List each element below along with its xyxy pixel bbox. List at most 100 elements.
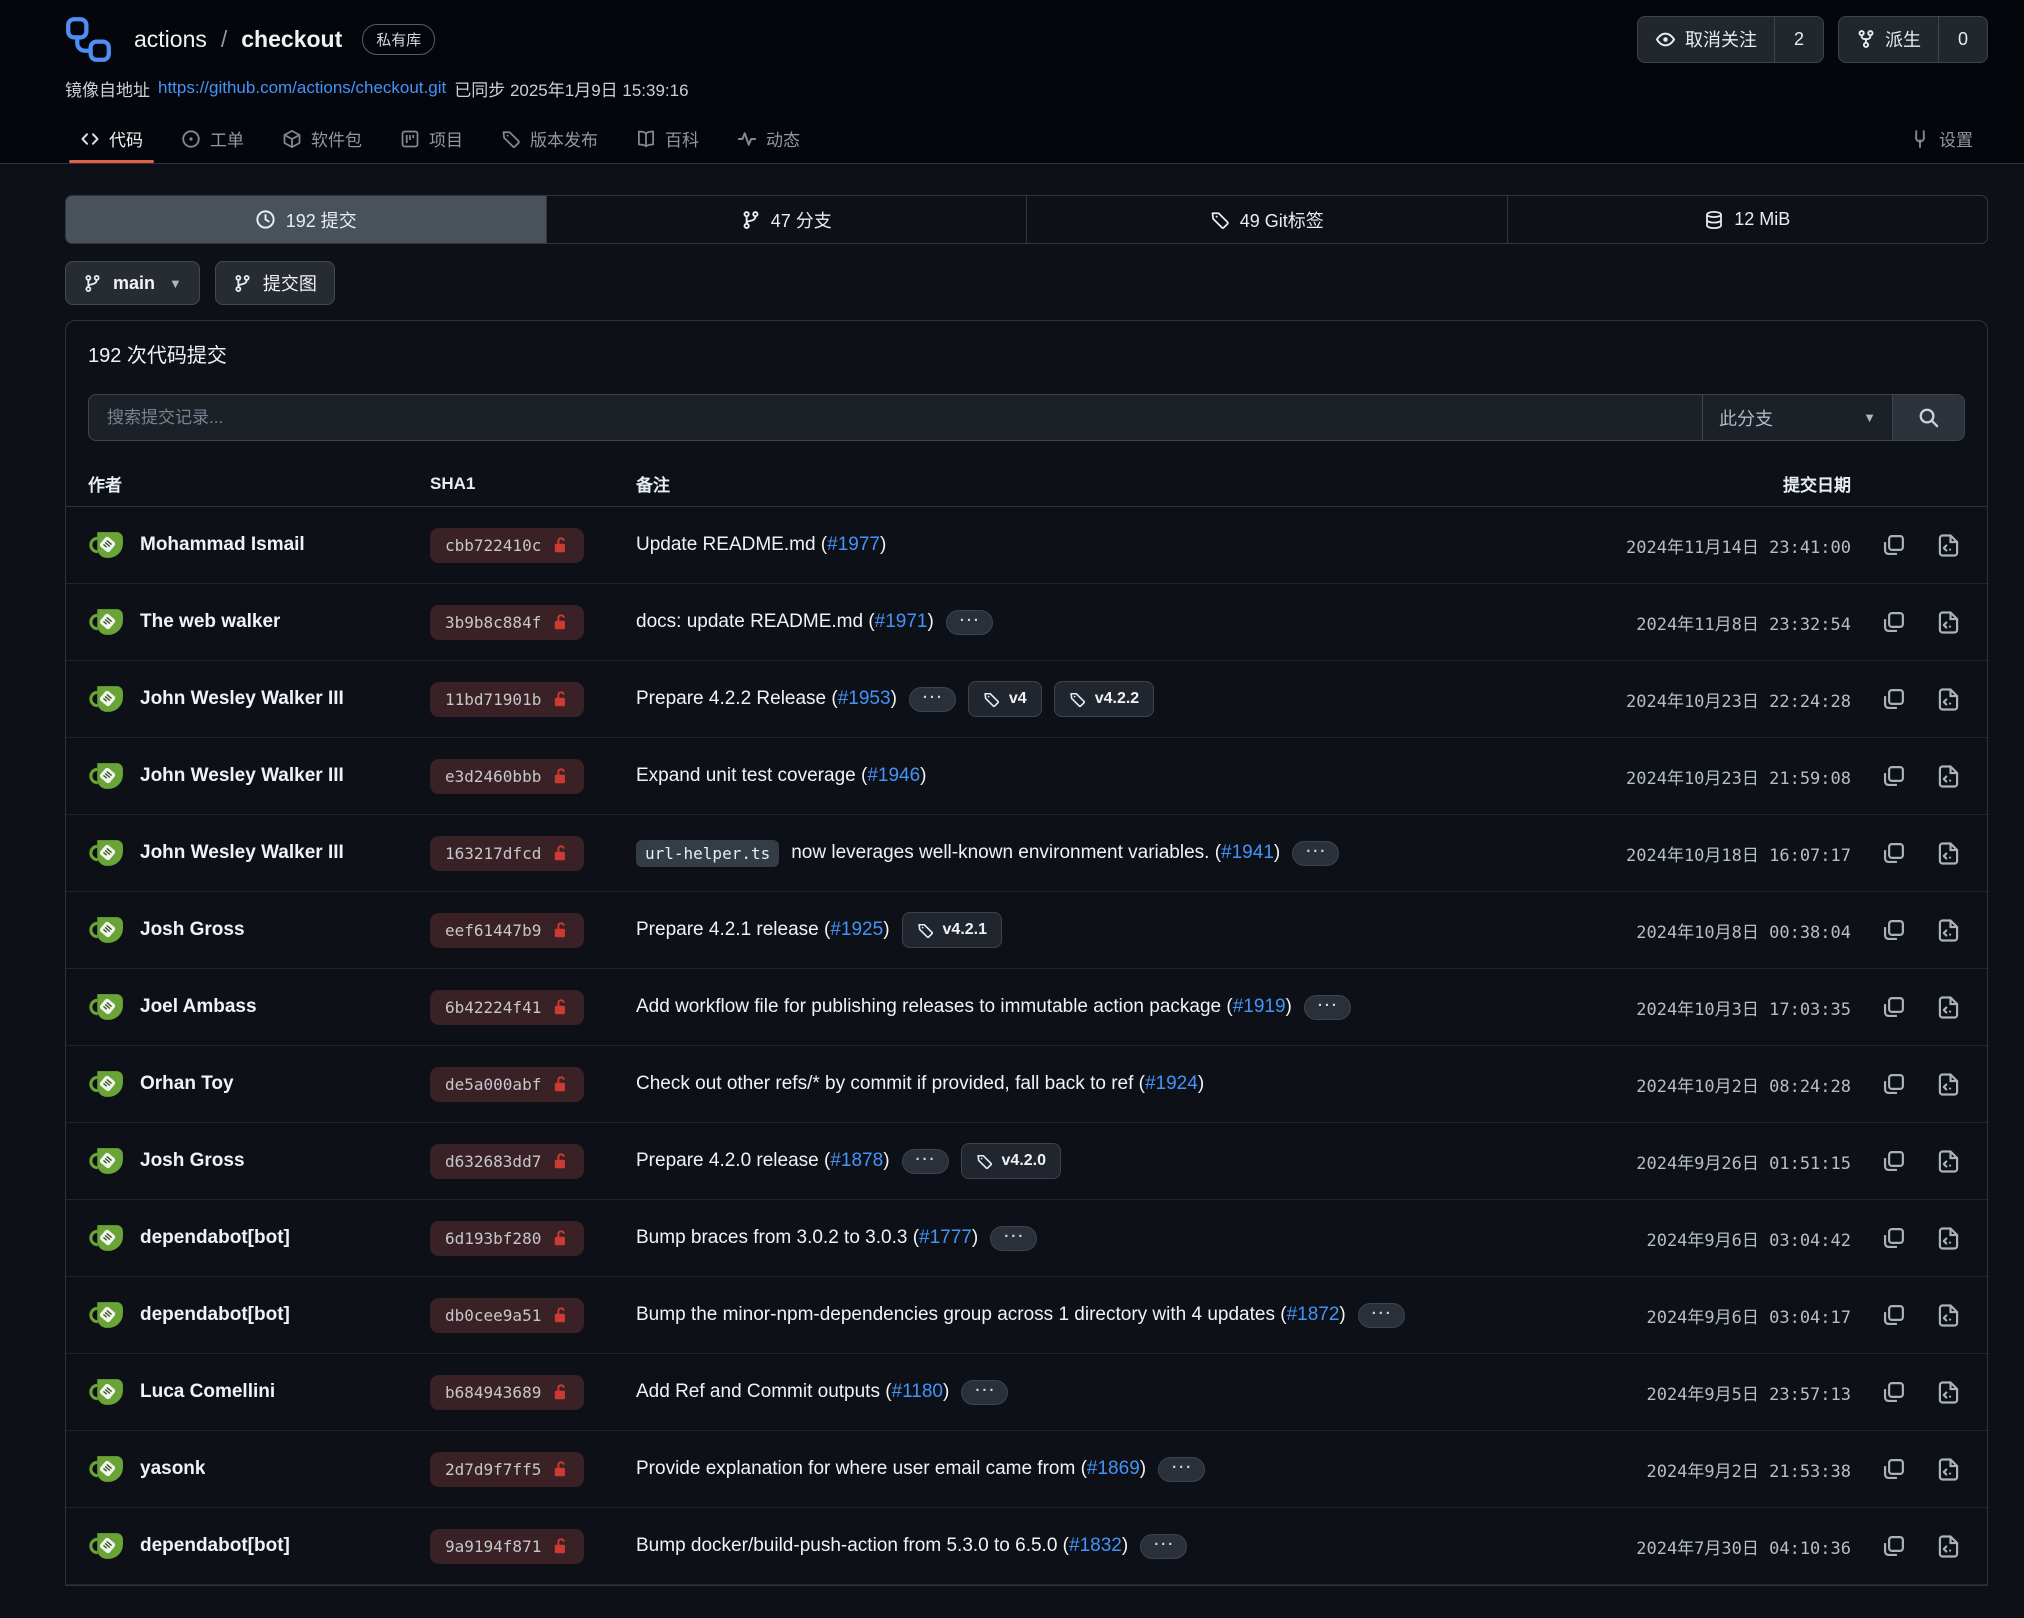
avatar[interactable] [88, 681, 125, 718]
avatar[interactable] [88, 912, 125, 949]
issue-link[interactable]: #1180 [892, 1381, 943, 1402]
avatar[interactable] [88, 604, 125, 641]
avatar[interactable] [88, 1297, 125, 1334]
view-file-at-commit-icon[interactable] [1936, 1534, 1961, 1559]
expand-message-button[interactable]: ··· [1158, 1457, 1205, 1482]
commit-sha-badge[interactable]: 2d7d9f7ff5 [430, 1452, 584, 1487]
view-file-at-commit-icon[interactable] [1936, 687, 1961, 712]
stat-segment-0[interactable]: 192 提交 [66, 196, 546, 243]
issue-link[interactable]: #1777 [919, 1227, 972, 1248]
copy-sha-icon[interactable] [1881, 995, 1906, 1020]
repo-name-link[interactable]: checkout [241, 26, 342, 53]
view-file-at-commit-icon[interactable] [1936, 1380, 1961, 1405]
avatar[interactable] [88, 1374, 125, 1411]
view-file-at-commit-icon[interactable] [1936, 841, 1961, 866]
tag-badge[interactable]: v4.2.0 [961, 1143, 1061, 1179]
expand-message-button[interactable]: ··· [909, 687, 956, 712]
expand-message-button[interactable]: ··· [1358, 1303, 1405, 1328]
commit-author[interactable]: dependabot[bot] [140, 1535, 290, 1557]
commit-sha-badge[interactable]: db0cee9a51 [430, 1298, 584, 1333]
commit-sha-badge[interactable]: de5a000abf [430, 1067, 584, 1102]
search-commits-input[interactable] [89, 395, 1702, 440]
commit-sha-badge[interactable]: 3b9b8c884f [430, 605, 584, 640]
commit-sha-badge[interactable]: cbb722410c [430, 528, 584, 563]
view-file-at-commit-icon[interactable] [1936, 1303, 1961, 1328]
copy-sha-icon[interactable] [1881, 1457, 1906, 1482]
copy-sha-icon[interactable] [1881, 1226, 1906, 1251]
view-file-at-commit-icon[interactable] [1936, 533, 1961, 558]
commit-sha-badge[interactable]: e3d2460bbb [430, 759, 584, 794]
commit-sha-badge[interactable]: d632683dd7 [430, 1144, 584, 1179]
issue-link[interactable]: #1946 [867, 765, 920, 786]
view-file-at-commit-icon[interactable] [1936, 764, 1961, 789]
tab-settings[interactable]: 设置 [1895, 114, 1988, 163]
avatar[interactable] [88, 835, 125, 872]
commit-sha-badge[interactable]: 9a9194f871 [430, 1529, 584, 1564]
commit-author[interactable]: John Wesley Walker III [140, 765, 344, 787]
expand-message-button[interactable]: ··· [1292, 841, 1339, 866]
commit-author[interactable]: John Wesley Walker III [140, 842, 344, 864]
commit-author[interactable]: Orhan Toy [140, 1073, 234, 1095]
copy-sha-icon[interactable] [1881, 610, 1906, 635]
commit-author[interactable]: Josh Gross [140, 1150, 245, 1172]
copy-sha-icon[interactable] [1881, 764, 1906, 789]
commit-sha-badge[interactable]: eef61447b9 [430, 913, 584, 948]
commit-author[interactable]: The web walker [140, 611, 280, 633]
commit-author[interactable]: John Wesley Walker III [140, 688, 344, 710]
issue-link[interactable]: #1977 [827, 534, 880, 555]
issue-link[interactable]: #1953 [838, 688, 891, 709]
commit-sha-badge[interactable]: b684943689 [430, 1375, 584, 1410]
view-file-at-commit-icon[interactable] [1936, 1457, 1961, 1482]
copy-sha-icon[interactable] [1881, 687, 1906, 712]
copy-sha-icon[interactable] [1881, 533, 1906, 558]
avatar[interactable] [88, 1451, 125, 1488]
issue-link[interactable]: #1924 [1145, 1073, 1198, 1094]
issue-link[interactable]: #1869 [1087, 1458, 1140, 1479]
commit-sha-badge[interactable]: 6d193bf280 [430, 1221, 584, 1256]
view-file-at-commit-icon[interactable] [1936, 1226, 1961, 1251]
expand-message-button[interactable]: ··· [1304, 995, 1351, 1020]
mirror-url-link[interactable]: https://github.com/actions/checkout.git [158, 78, 446, 98]
repo-owner-link[interactable]: actions [134, 26, 207, 53]
expand-message-button[interactable]: ··· [1140, 1534, 1187, 1559]
issue-link[interactable]: #1832 [1069, 1535, 1122, 1556]
copy-sha-icon[interactable] [1881, 1380, 1906, 1405]
view-file-at-commit-icon[interactable] [1936, 918, 1961, 943]
tab-代码[interactable]: 代码 [65, 114, 158, 163]
view-file-at-commit-icon[interactable] [1936, 995, 1961, 1020]
tag-badge[interactable]: v4 [968, 681, 1042, 717]
copy-sha-icon[interactable] [1881, 1303, 1906, 1328]
expand-message-button[interactable]: ··· [946, 610, 993, 635]
avatar[interactable] [88, 527, 125, 564]
commit-author[interactable]: Luca Comellini [140, 1381, 275, 1403]
view-file-at-commit-icon[interactable] [1936, 610, 1961, 635]
copy-sha-icon[interactable] [1881, 1534, 1906, 1559]
avatar[interactable] [88, 1143, 125, 1180]
expand-message-button[interactable]: ··· [902, 1149, 949, 1174]
fork-count[interactable]: 0 [1938, 17, 1987, 62]
commit-author[interactable]: yasonk [140, 1458, 205, 1480]
expand-message-button[interactable]: ··· [990, 1226, 1037, 1251]
issue-link[interactable]: #1925 [830, 919, 883, 940]
watch-count[interactable]: 2 [1774, 17, 1823, 62]
fork-button[interactable]: 派生 0 [1838, 16, 1988, 63]
copy-sha-icon[interactable] [1881, 1149, 1906, 1174]
issue-link[interactable]: #1941 [1221, 842, 1274, 863]
tab-工单[interactable]: 工单 [166, 114, 259, 163]
stat-segment-3[interactable]: 12 MiB [1507, 196, 1988, 243]
commit-author[interactable]: dependabot[bot] [140, 1304, 290, 1326]
view-file-at-commit-icon[interactable] [1936, 1072, 1961, 1097]
site-logo-icon[interactable] [65, 16, 112, 63]
avatar[interactable] [88, 758, 125, 795]
tab-版本发布[interactable]: 版本发布 [486, 114, 613, 163]
issue-link[interactable]: #1971 [875, 611, 928, 632]
issue-link[interactable]: #1872 [1287, 1304, 1340, 1325]
commit-graph-button[interactable]: 提交图 [215, 261, 335, 305]
copy-sha-icon[interactable] [1881, 841, 1906, 866]
avatar[interactable] [88, 989, 125, 1026]
commit-author[interactable]: Josh Gross [140, 919, 245, 941]
tag-badge[interactable]: v4.2.2 [1054, 681, 1154, 717]
copy-sha-icon[interactable] [1881, 1072, 1906, 1097]
search-button[interactable] [1892, 395, 1964, 440]
commit-sha-badge[interactable]: 6b42224f41 [430, 990, 584, 1025]
